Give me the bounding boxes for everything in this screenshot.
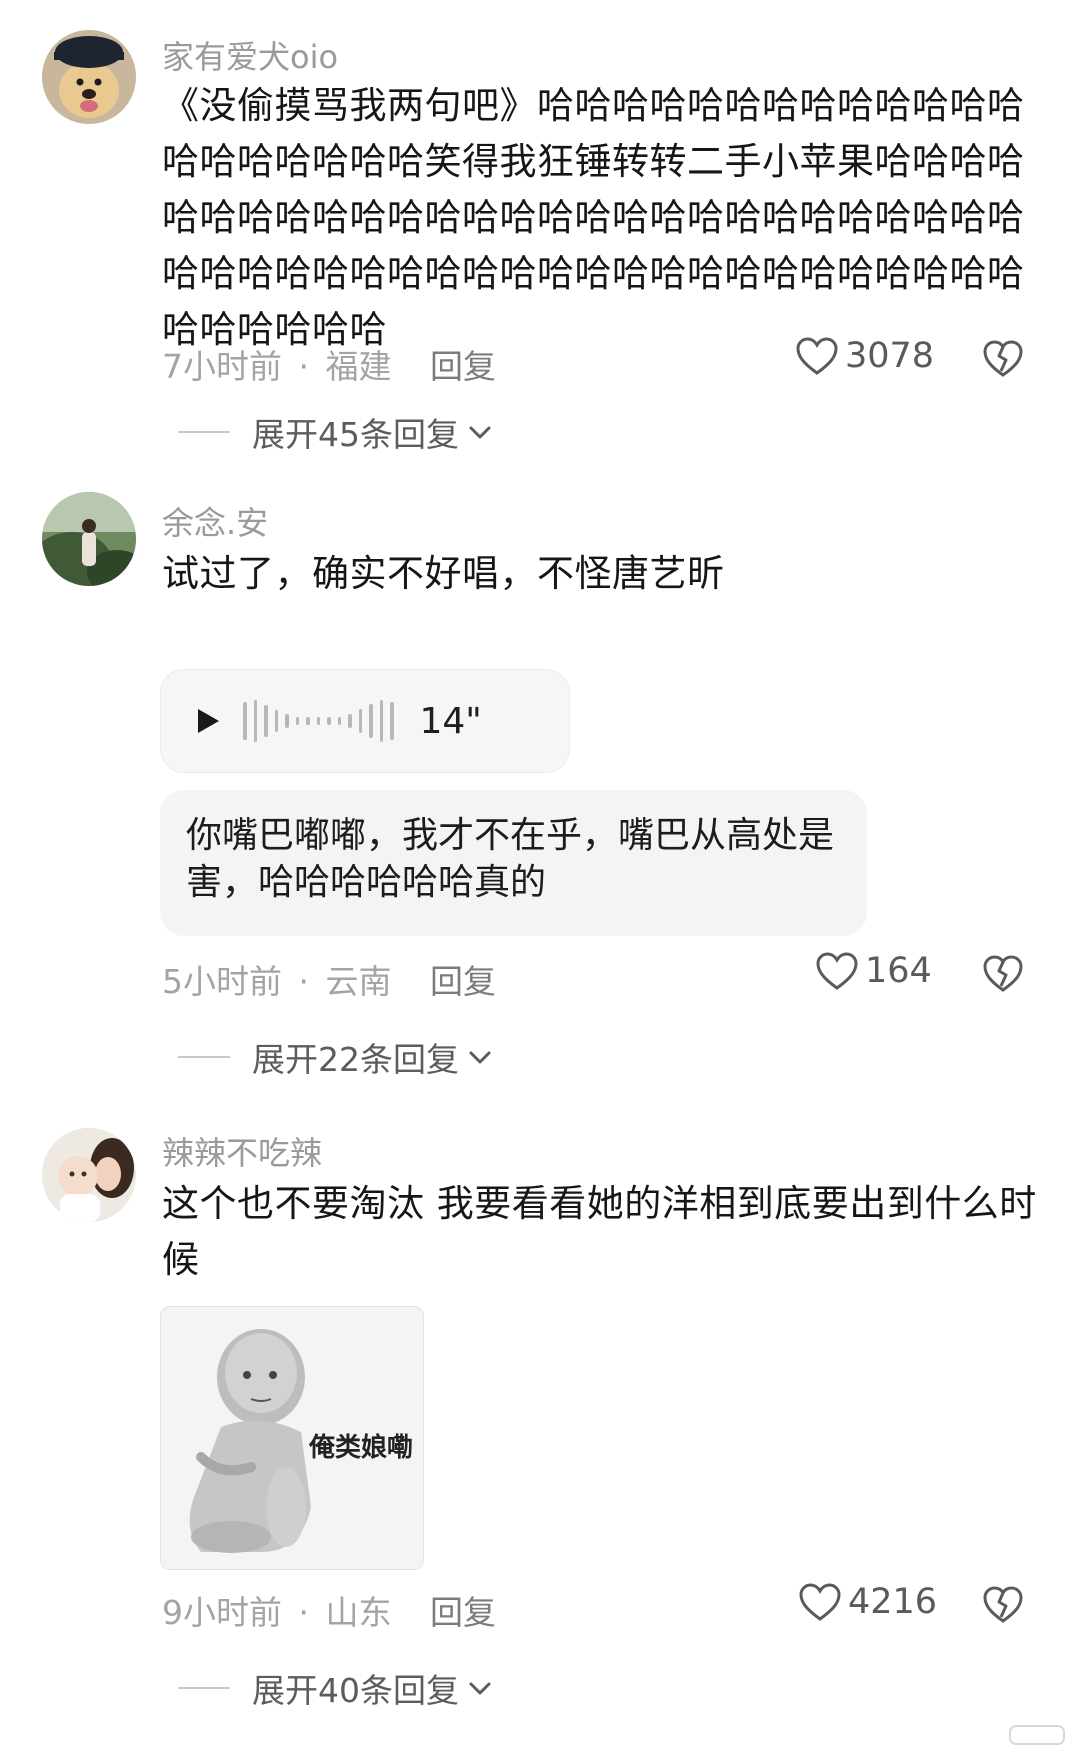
audio-waveform [243, 699, 394, 743]
divider-line [178, 1687, 230, 1689]
expand-replies-label: 展开22条回复 [252, 1040, 459, 1079]
voice-message-player[interactable]: 14" [160, 669, 570, 773]
username[interactable]: 辣辣不吃辣 [162, 1128, 322, 1174]
divider-line [178, 431, 230, 433]
reply-button[interactable]: 回复 [430, 340, 496, 388]
landscape-avatar-image [42, 492, 136, 586]
sticker-caption: 俺类娘嘞 [309, 1433, 414, 1463]
like-count: 164 [865, 951, 932, 991]
reply-button[interactable]: 回复 [430, 955, 496, 1003]
voice-duration: 14" [419, 700, 482, 742]
heart-outline-icon [796, 337, 838, 375]
comment-time: 9小时前 [162, 1593, 282, 1632]
comment-text: 这个也不要淘汰 我要看看她的洋相到底要出到什么时候 [162, 1182, 1037, 1281]
meta-separator: · [298, 962, 310, 1001]
reply-button[interactable]: 回复 [430, 1586, 496, 1634]
comment-text: 试过了，确实不好唱，不怪唐艺昕 [162, 552, 725, 595]
chevron-down-icon [469, 1682, 491, 1695]
broken-heart-icon[interactable] [982, 953, 1024, 995]
chevron-down-icon [469, 1051, 491, 1064]
meta-separator: · [298, 1593, 310, 1632]
username[interactable]: 余念.安 [162, 498, 268, 544]
user-avatar[interactable] [42, 1128, 136, 1222]
like-button[interactable]: 4216 [798, 1582, 937, 1622]
comment-meta: 9小时前 · 山东 [162, 1586, 392, 1634]
like-button[interactable]: 3078 [795, 336, 934, 376]
sticker-image[interactable]: 俺类娘嘞 [160, 1306, 424, 1570]
expand-replies-button[interactable]: 展开22条回复 [178, 1033, 495, 1081]
user-avatar[interactable] [42, 492, 136, 586]
watermark-logo [1009, 1725, 1065, 1745]
play-icon[interactable] [195, 707, 221, 735]
comment-location: 云南 [325, 962, 392, 1001]
comment-time: 7小时前 [162, 347, 282, 386]
meta-separator: · [298, 347, 310, 386]
voice-transcript-bubble: 你嘴巴嘟嘟，我才不在乎，嘴巴从高处是害，哈哈哈哈哈哈真的 [160, 790, 867, 936]
comment-text: 《没偷摸骂我两句吧》哈哈哈哈哈哈哈哈哈哈哈哈哈哈哈哈哈哈哈哈笑得我狂锤转转二手小… [162, 84, 1025, 351]
comment-time: 5小时前 [162, 962, 282, 1001]
like-button[interactable]: 164 [815, 951, 932, 991]
comment-meta: 5小时前 · 云南 [162, 955, 392, 1003]
broken-heart-icon[interactable] [982, 1584, 1024, 1626]
comment-location: 福建 [325, 347, 392, 386]
broken-heart-icon[interactable] [982, 338, 1024, 380]
mother-baby-avatar-image [42, 1128, 136, 1222]
dog-avatar-image [42, 30, 136, 124]
expand-replies-label: 展开45条回复 [252, 415, 459, 454]
heart-outline-icon [799, 1583, 841, 1621]
chevron-down-icon [469, 426, 491, 439]
like-count: 4216 [848, 1582, 938, 1622]
like-count: 3078 [845, 336, 935, 376]
username[interactable]: 家有爱犬oio [162, 32, 338, 78]
expand-replies-button[interactable]: 展开40条回复 [178, 1664, 495, 1712]
comment-meta: 7小时前 · 福建 [162, 340, 392, 388]
divider-line [178, 1056, 230, 1058]
comment-location: 山东 [325, 1593, 392, 1632]
heart-outline-icon [816, 952, 858, 990]
expand-replies-button[interactable]: 展开45条回复 [178, 408, 495, 456]
user-avatar[interactable] [42, 30, 136, 124]
expand-replies-label: 展开40条回复 [252, 1671, 459, 1710]
